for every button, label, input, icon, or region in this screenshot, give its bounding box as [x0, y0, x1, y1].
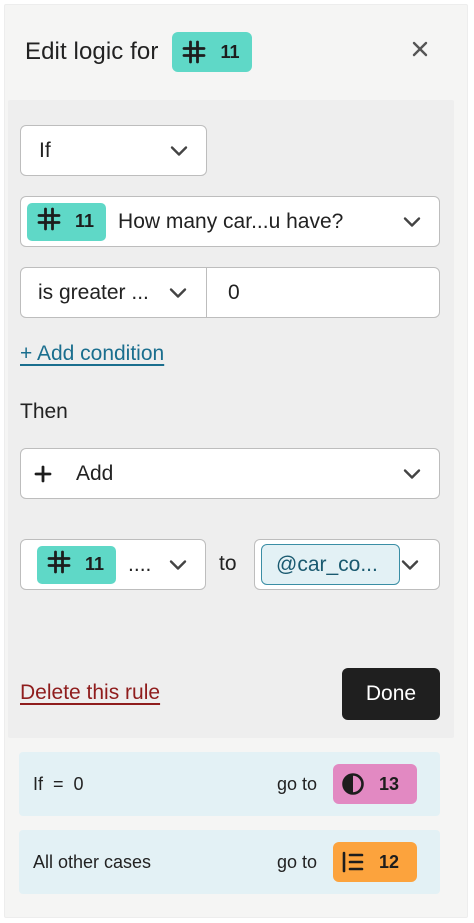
operator-value: is greater ...: [38, 280, 149, 304]
action-add-select[interactable]: Add: [20, 448, 440, 499]
logic-summary-row[interactable]: If = 0 go to 13: [19, 752, 440, 816]
done-button[interactable]: Done: [342, 668, 440, 720]
action-add-label: Add: [76, 461, 114, 485]
hash-icon: [47, 550, 71, 579]
target-variable-select[interactable]: @car_co...: [254, 539, 440, 590]
variable-source-text: ....: [128, 552, 152, 576]
target-variable-name: @car_co...: [276, 552, 378, 576]
hash-icon: [182, 40, 206, 64]
target-question-number: 13: [379, 773, 400, 794]
target-variable-chip: @car_co...: [261, 544, 400, 585]
then-label: Then: [20, 400, 68, 423]
chevron-down-icon: [403, 216, 421, 227]
if-select[interactable]: If: [20, 125, 207, 176]
chevron-down-icon: [403, 468, 421, 479]
question-number: 11: [85, 554, 105, 574]
list-icon: [341, 850, 365, 874]
panel-title: Edit logic for: [25, 38, 159, 65]
variable-source-select[interactable]: 11 ....: [20, 539, 206, 590]
chevron-down-icon: [169, 287, 187, 298]
to-label: to: [219, 552, 237, 575]
chevron-down-icon: [169, 559, 187, 570]
target-question-badge: 13: [333, 764, 417, 804]
delete-rule-link[interactable]: Delete this rule: [20, 681, 160, 705]
question-number: 11: [220, 41, 240, 62]
question-number: 11: [75, 211, 95, 231]
summary-goto-label: go to: [277, 773, 318, 794]
chevron-down-icon: [170, 145, 188, 156]
question-badge: 11: [37, 545, 117, 584]
question-badge: 11: [27, 202, 107, 241]
hash-icon: [37, 207, 61, 236]
summary-condition: All other cases: [33, 851, 152, 872]
summary-goto-label: go to: [277, 851, 318, 872]
condition-question-label: How many car...u have?: [118, 209, 344, 233]
condition-question-select[interactable]: 11 How many car...u have?: [20, 196, 440, 247]
operator-select[interactable]: is greater ...: [20, 267, 208, 318]
half-circle-icon: [341, 772, 365, 796]
close-button[interactable]: [408, 39, 432, 63]
plus-icon: [34, 465, 52, 483]
close-icon: [412, 41, 428, 62]
chevron-down-icon: [401, 559, 419, 570]
logic-summary-row[interactable]: All other cases go to 12: [19, 830, 440, 894]
condition-value: 0: [228, 280, 240, 304]
if-select-value: If: [39, 138, 51, 162]
target-question-badge: 12: [333, 842, 417, 882]
question-badge: 11: [172, 32, 252, 72]
add-condition-link[interactable]: + Add condition: [20, 342, 164, 366]
condition-value-input[interactable]: 0: [206, 267, 440, 318]
target-question-number: 12: [379, 851, 400, 872]
summary-condition: If = 0: [33, 773, 84, 794]
panel-header: Edit logic for 11: [25, 32, 252, 72]
